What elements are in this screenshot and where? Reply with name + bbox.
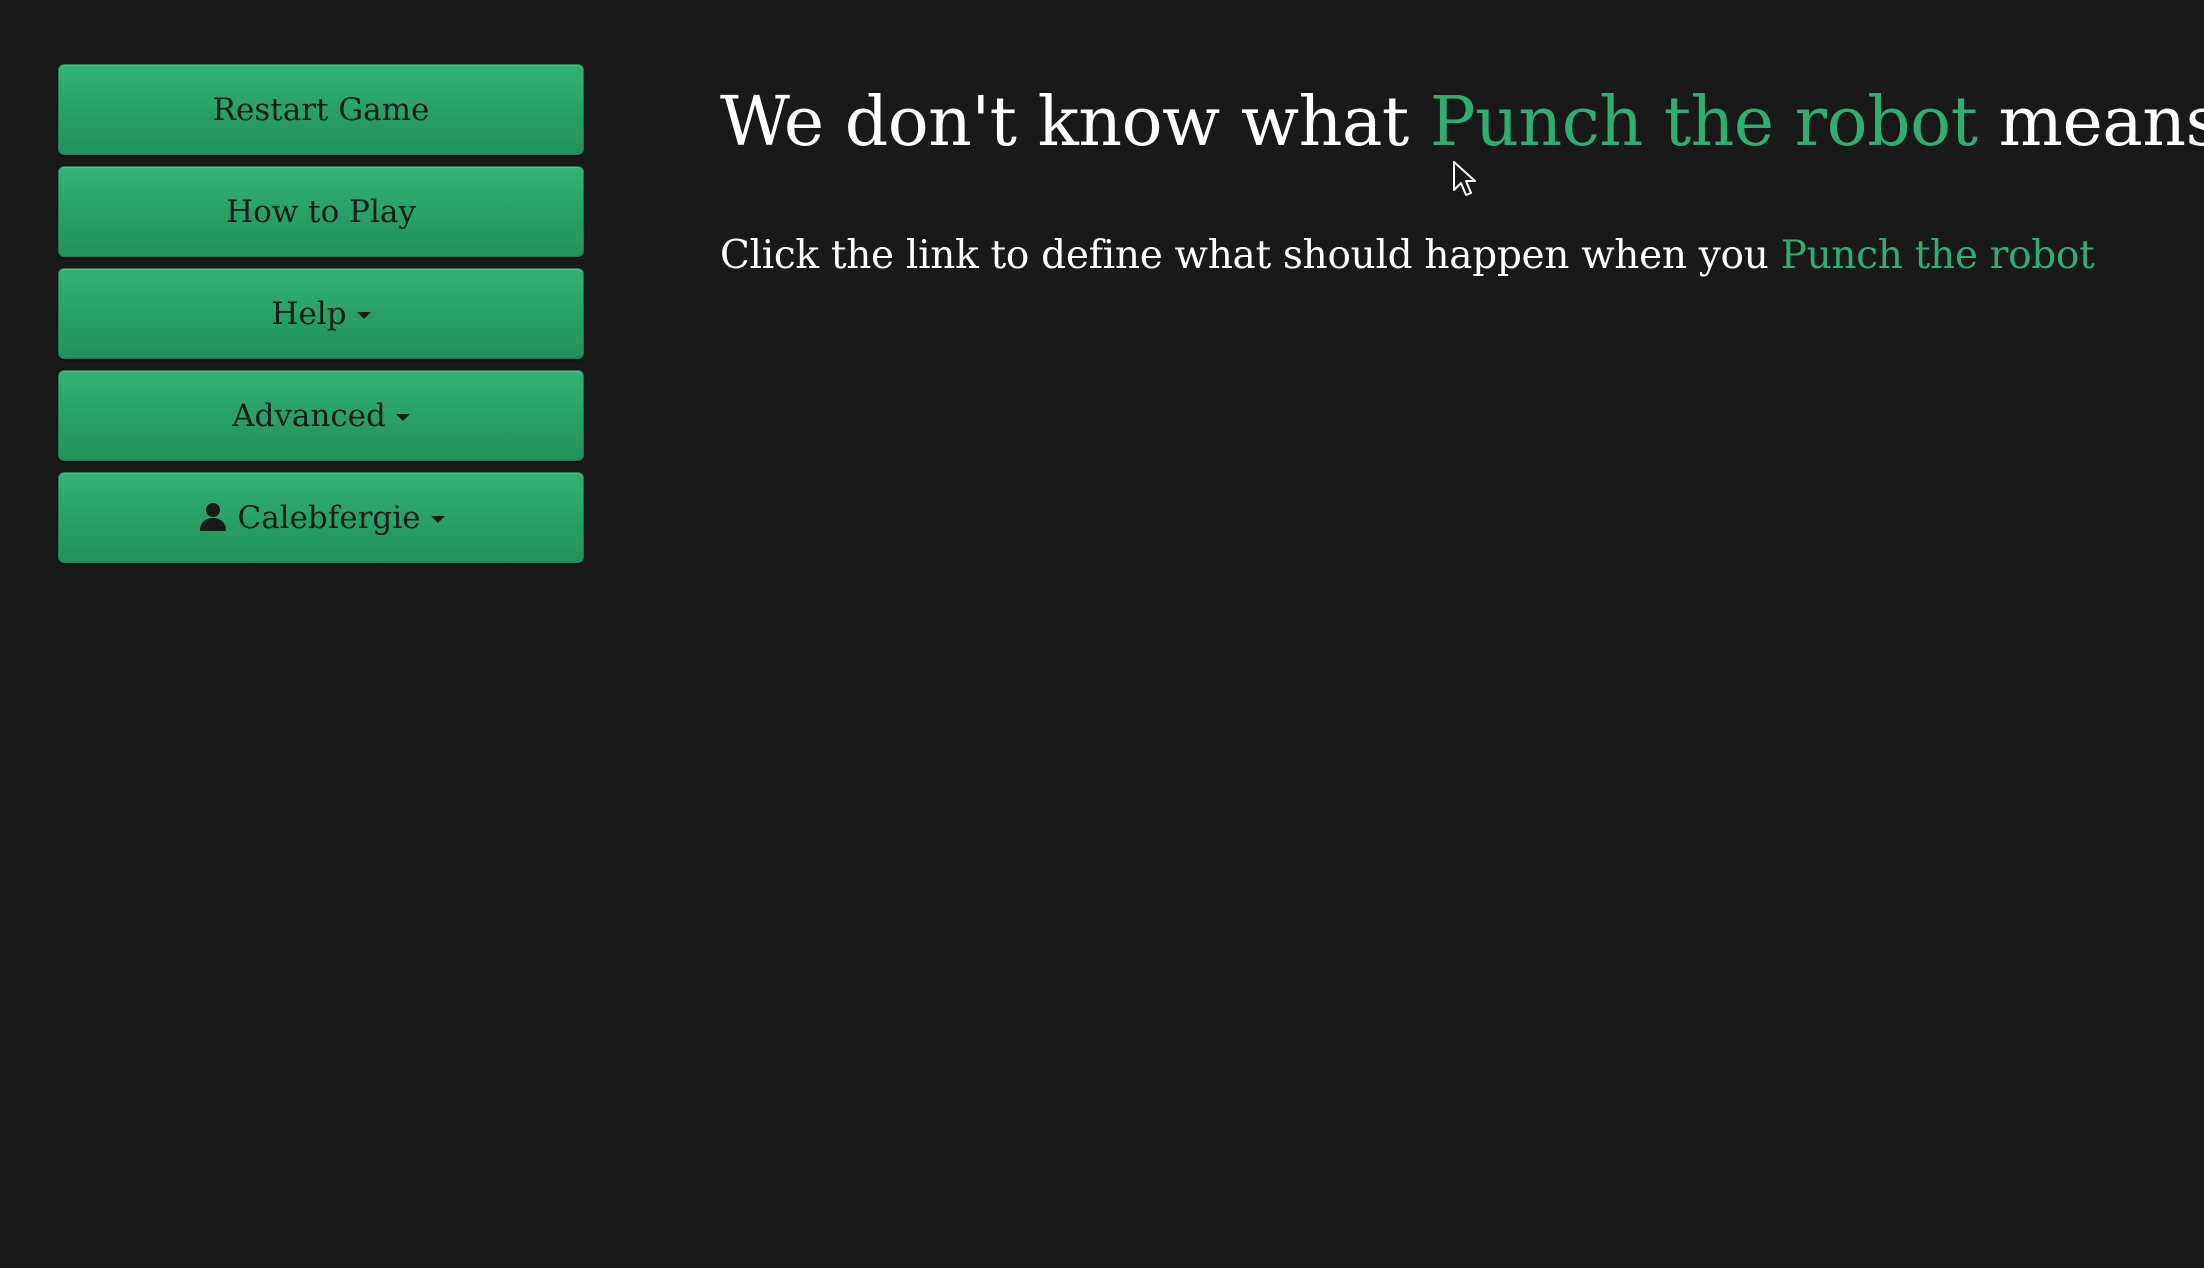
caret-down-icon bbox=[356, 312, 371, 319]
advanced-dropdown-button[interactable]: Advanced bbox=[58, 370, 584, 461]
user-silhouette-icon bbox=[200, 502, 227, 531]
help-dropdown-button[interactable]: Help bbox=[58, 268, 584, 359]
restart-game-label: Restart Game bbox=[212, 91, 430, 128]
heading-action-link[interactable]: Punch the robot bbox=[1430, 83, 1978, 162]
define-action-link[interactable]: Punch the robot bbox=[1781, 233, 2095, 278]
how-to-play-button[interactable]: How to Play bbox=[58, 166, 584, 257]
user-account-dropdown-button[interactable]: Calebfergie bbox=[58, 472, 584, 563]
restart-game-button[interactable]: Restart Game bbox=[58, 64, 584, 155]
how-to-play-label: How to Play bbox=[226, 193, 416, 230]
page-heading: We don't know what Punch the robot means… bbox=[720, 78, 2204, 168]
main-content: We don't know what Punch the robot means… bbox=[720, 78, 2204, 282]
instruction-prefix: Click the link to define what should hap… bbox=[720, 233, 1769, 278]
instruction-text: Click the link to define what should hap… bbox=[720, 230, 2170, 282]
caret-down-icon bbox=[430, 516, 445, 523]
help-label: Help bbox=[271, 295, 347, 332]
heading-prefix: We don't know what bbox=[720, 83, 1409, 162]
mouse-pointer-icon bbox=[1453, 161, 1476, 196]
caret-down-icon bbox=[395, 414, 410, 421]
advanced-label: Advanced bbox=[232, 397, 386, 434]
sidebar-menu: Restart Game How to Play Help Advanced C… bbox=[58, 64, 584, 574]
username-label: Calebfergie bbox=[237, 499, 421, 536]
heading-suffix: means! bbox=[1998, 83, 2204, 162]
